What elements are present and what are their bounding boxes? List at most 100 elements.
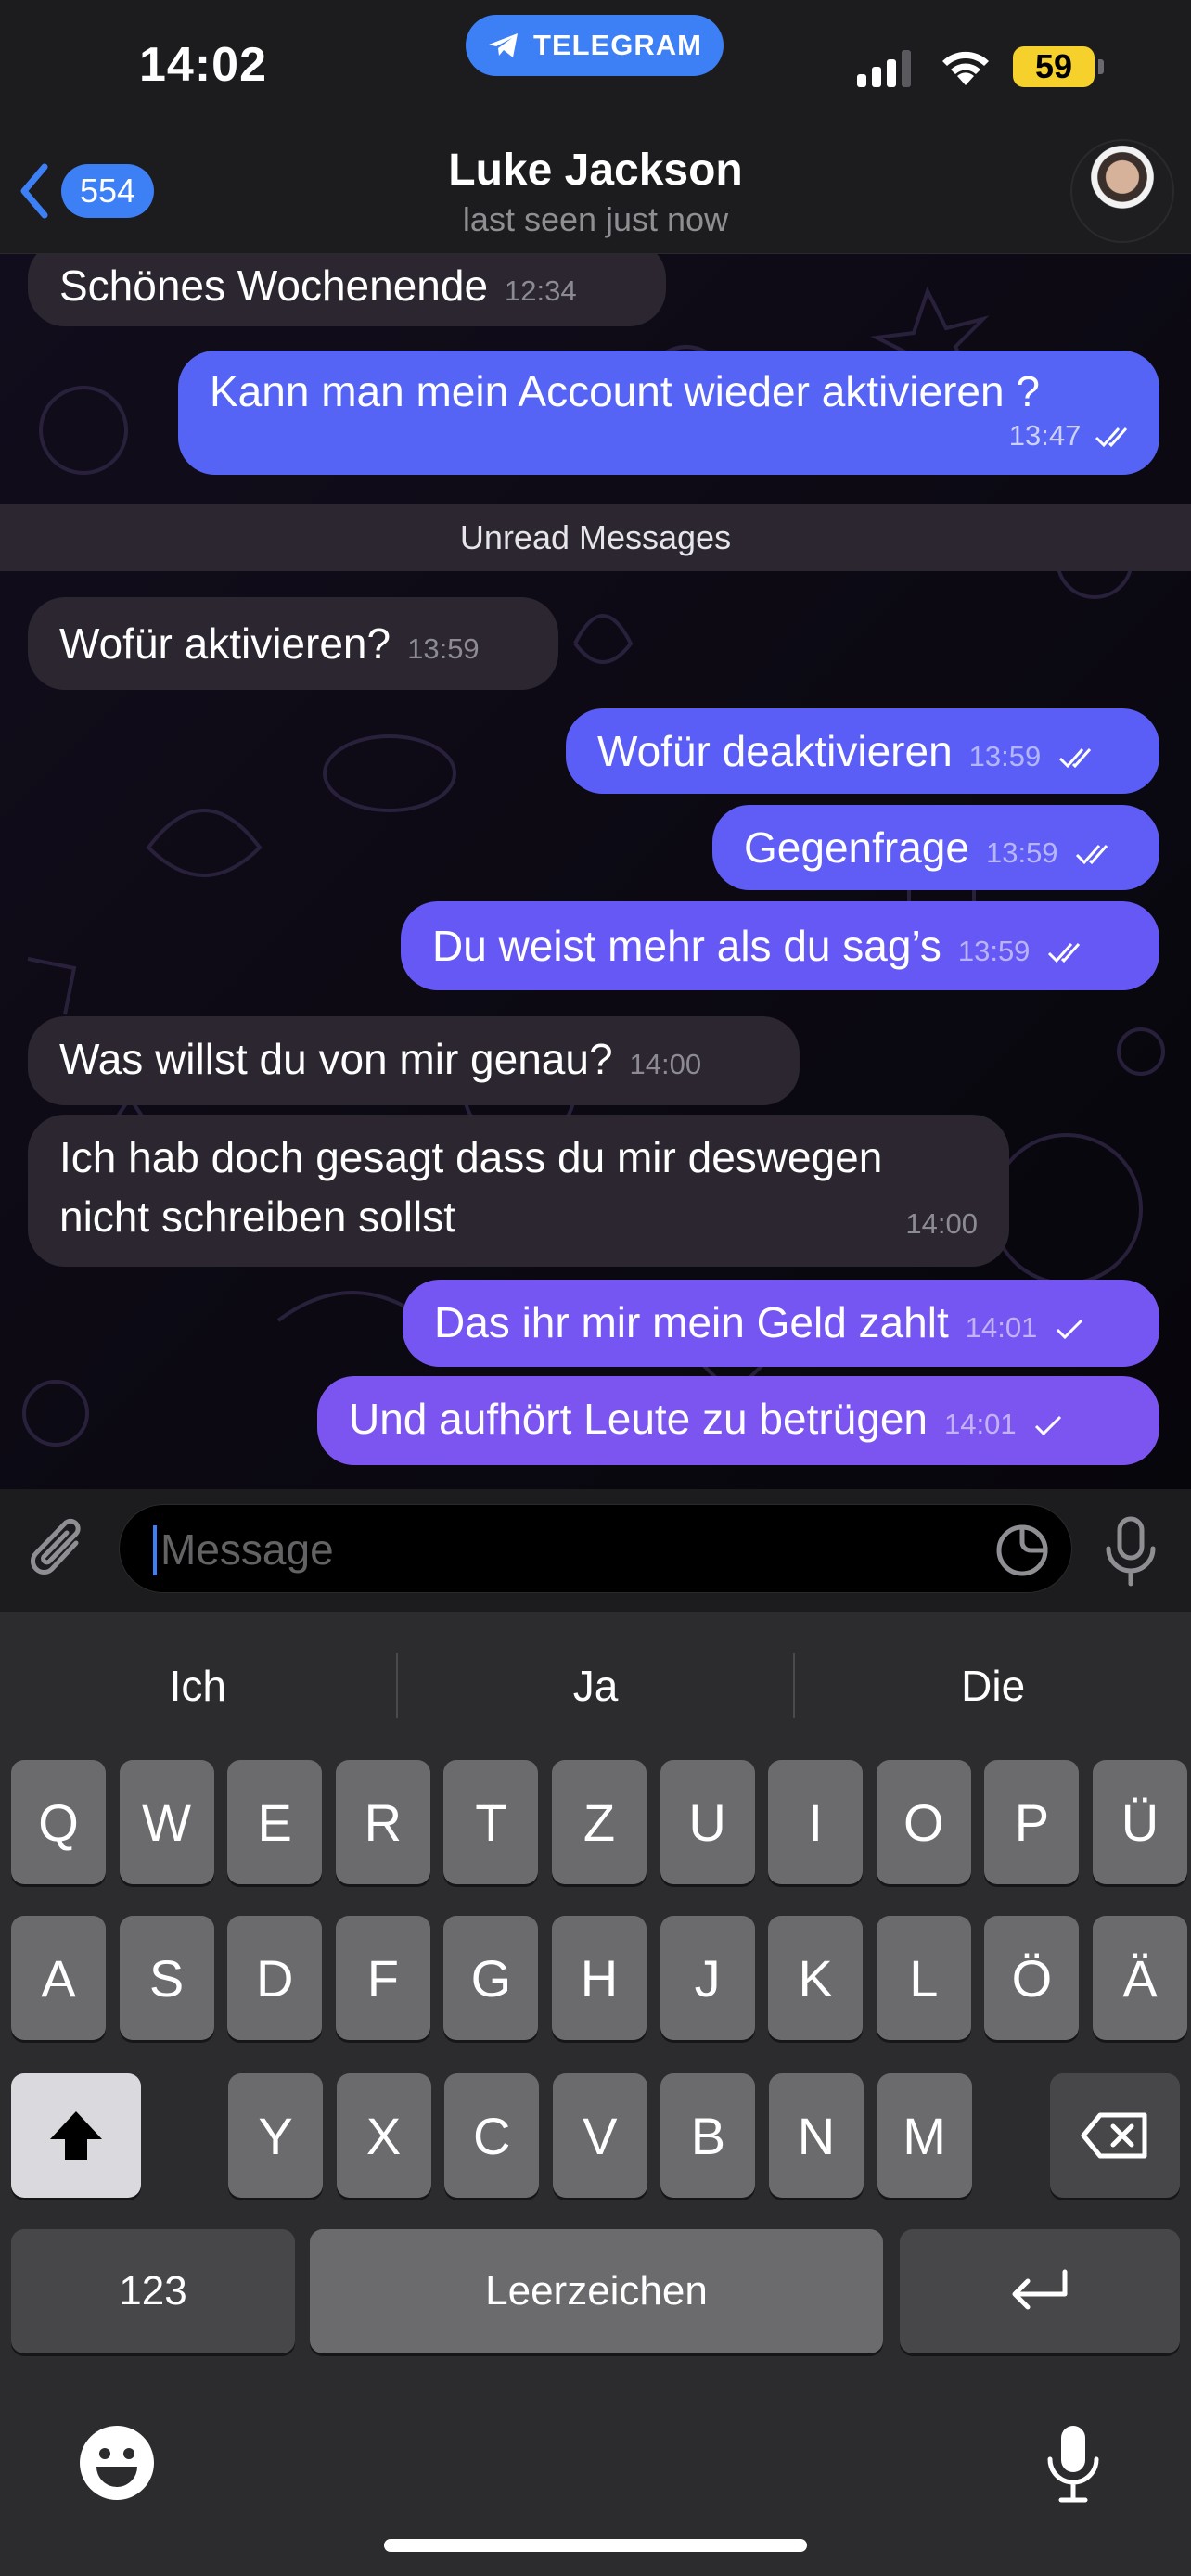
key-s[interactable]: S [119,1916,214,2040]
return-icon [1012,2269,1068,2310]
key-a[interactable]: A [11,1916,106,2040]
key-j[interactable]: J [660,1916,755,2040]
status-bar: 14:02 TELEGRAM 59 [0,0,1191,130]
message-bubble-outgoing[interactable]: Wofür deaktivieren 13:59 [566,708,1159,794]
message-bubble-outgoing[interactable]: Gegenfrage 13:59 [712,805,1159,890]
numbers-key[interactable]: 123 [11,2229,295,2353]
key-l[interactable]: L [876,1916,971,2040]
telegram-icon [489,33,519,57]
suggestion-item[interactable]: Ich [0,1653,396,1718]
wifi-icon [942,51,989,85]
message-bubble-outgoing[interactable]: Du weist mehr als du sag’s 13:59 [401,901,1159,990]
battery-level: 59 [1034,47,1073,85]
cellular-signal-icon [857,48,911,87]
key-d[interactable]: D [227,1916,323,2040]
key-x[interactable]: X [336,2073,431,2198]
key-i[interactable]: I [768,1760,864,1884]
message-bubble-outgoing[interactable]: Kann man mein Account wieder aktivieren … [178,351,1159,475]
read-ticks-icon [1058,748,1092,769]
return-key[interactable] [900,2229,1180,2353]
message-time: 13:59 [957,935,1031,967]
contact-name[interactable]: Luke Jackson [0,145,1191,196]
predictive-suggestions: Ich Ja Die [0,1612,1191,1760]
key-k[interactable]: K [768,1916,864,2040]
message-time: 13:59 [985,836,1058,869]
key-ü[interactable]: Ü [1093,1760,1187,1884]
read-ticks-icon [1095,427,1128,448]
key-h[interactable]: H [552,1916,647,2040]
key-p[interactable]: P [984,1760,1080,1884]
message-text: Du weist mehr als du sag’s [432,922,941,970]
message-time: 13:47 [1008,419,1082,452]
emoji-icon[interactable] [78,2424,156,2502]
key-ö[interactable]: Ö [984,1916,1080,2040]
contact-avatar[interactable] [1070,139,1174,243]
app-pill-label: TELEGRAM [533,29,702,61]
message-bubble-incoming[interactable]: Schönes Wochenende 12:34 [28,254,666,326]
message-text: Schönes Wochenende [59,261,489,310]
key-g[interactable]: G [443,1916,539,2040]
key-q[interactable]: Q [11,1760,106,1884]
suggestion-item[interactable]: Ja [395,1653,794,1718]
message-text: Und aufhört Leute zu betrügen [349,1395,928,1443]
message-composer [0,1489,1191,1612]
message-text: Wofür deaktivieren [597,727,953,775]
key-w[interactable]: W [119,1760,214,1884]
status-time: 14:02 [139,38,267,92]
message-text: Das ihr mir mein Geld zahlt [434,1298,949,1346]
space-key[interactable]: Leerzeichen [310,2229,883,2353]
key-r[interactable]: R [335,1760,430,1884]
chat-header: 554 Luke Jackson last seen just now [0,130,1191,254]
message-text: Gegenfrage [744,823,969,872]
message-bubble-outgoing[interactable]: Und aufhört Leute zu betrügen 14:01 [317,1376,1159,1465]
shift-key[interactable] [11,2073,141,2198]
message-bubble-incoming[interactable]: Was willst du von mir genau? 14:00 [28,1016,800,1105]
message-text-line: Ich hab doch gesagt dass du mir deswegen [59,1133,883,1181]
message-time: 13:59 [407,632,480,665]
message-bubble-incoming[interactable]: Wofür aktivieren? 13:59 [28,597,558,690]
mic-icon[interactable] [1100,1515,1161,1589]
message-time: 14:01 [944,1408,1017,1440]
message-bubble-outgoing[interactable]: Das ihr mir mein Geld zahlt 14:01 [403,1280,1159,1367]
message-time: 13:59 [968,740,1042,772]
sticker-icon[interactable] [993,1522,1051,1579]
read-ticks-icon [1048,943,1081,963]
key-n[interactable]: N [769,2073,864,2198]
key-c[interactable]: C [444,2073,540,2198]
key-m[interactable]: M [877,2073,972,2198]
home-indicator[interactable] [384,2539,807,2552]
key-e[interactable]: E [227,1760,323,1884]
message-text: Wofür aktivieren? [59,619,391,668]
suggestion-item[interactable]: Die [793,1653,1191,1718]
key-b[interactable]: B [660,2073,756,2198]
sent-tick-icon [1057,1319,1083,1340]
key-z[interactable]: Z [552,1760,647,1884]
key-o[interactable]: O [876,1760,971,1884]
sent-tick-icon [1035,1415,1062,1436]
shift-icon [50,2111,102,2160]
telegram-app-pill[interactable]: TELEGRAM [466,15,724,76]
message-time: 14:01 [965,1311,1038,1344]
contact-status: last seen just now [462,200,729,238]
key-u[interactable]: U [660,1760,755,1884]
message-input[interactable] [160,1522,977,1577]
message-time: 12:34 [505,274,577,307]
backspace-key[interactable] [1050,2073,1180,2198]
message-bubble-incoming[interactable]: Ich hab doch gesagt dass du mir deswegen… [28,1115,1009,1267]
message-time: 14:00 [905,1207,978,1240]
message-text: Kann man mein Account wieder aktivieren … [210,367,1040,415]
dictation-icon[interactable] [1043,2422,1104,2506]
text-caret [153,1525,157,1575]
key-y[interactable]: Y [228,2073,323,2198]
attach-icon[interactable] [26,1515,93,1586]
key-ä[interactable]: Ä [1093,1916,1187,2040]
message-time: 14:00 [629,1048,702,1080]
chat-messages[interactable]: Schönes Wochenende 12:34 Kann man mein Ac… [0,254,1191,1489]
message-field[interactable] [119,1504,1072,1593]
read-ticks-icon [1076,845,1108,865]
key-t[interactable]: T [443,1760,539,1884]
message-text-line: nicht schreiben sollst [59,1192,455,1241]
key-f[interactable]: F [335,1916,430,2040]
key-v[interactable]: V [552,2073,647,2198]
backspace-icon [1081,2112,1147,2159]
